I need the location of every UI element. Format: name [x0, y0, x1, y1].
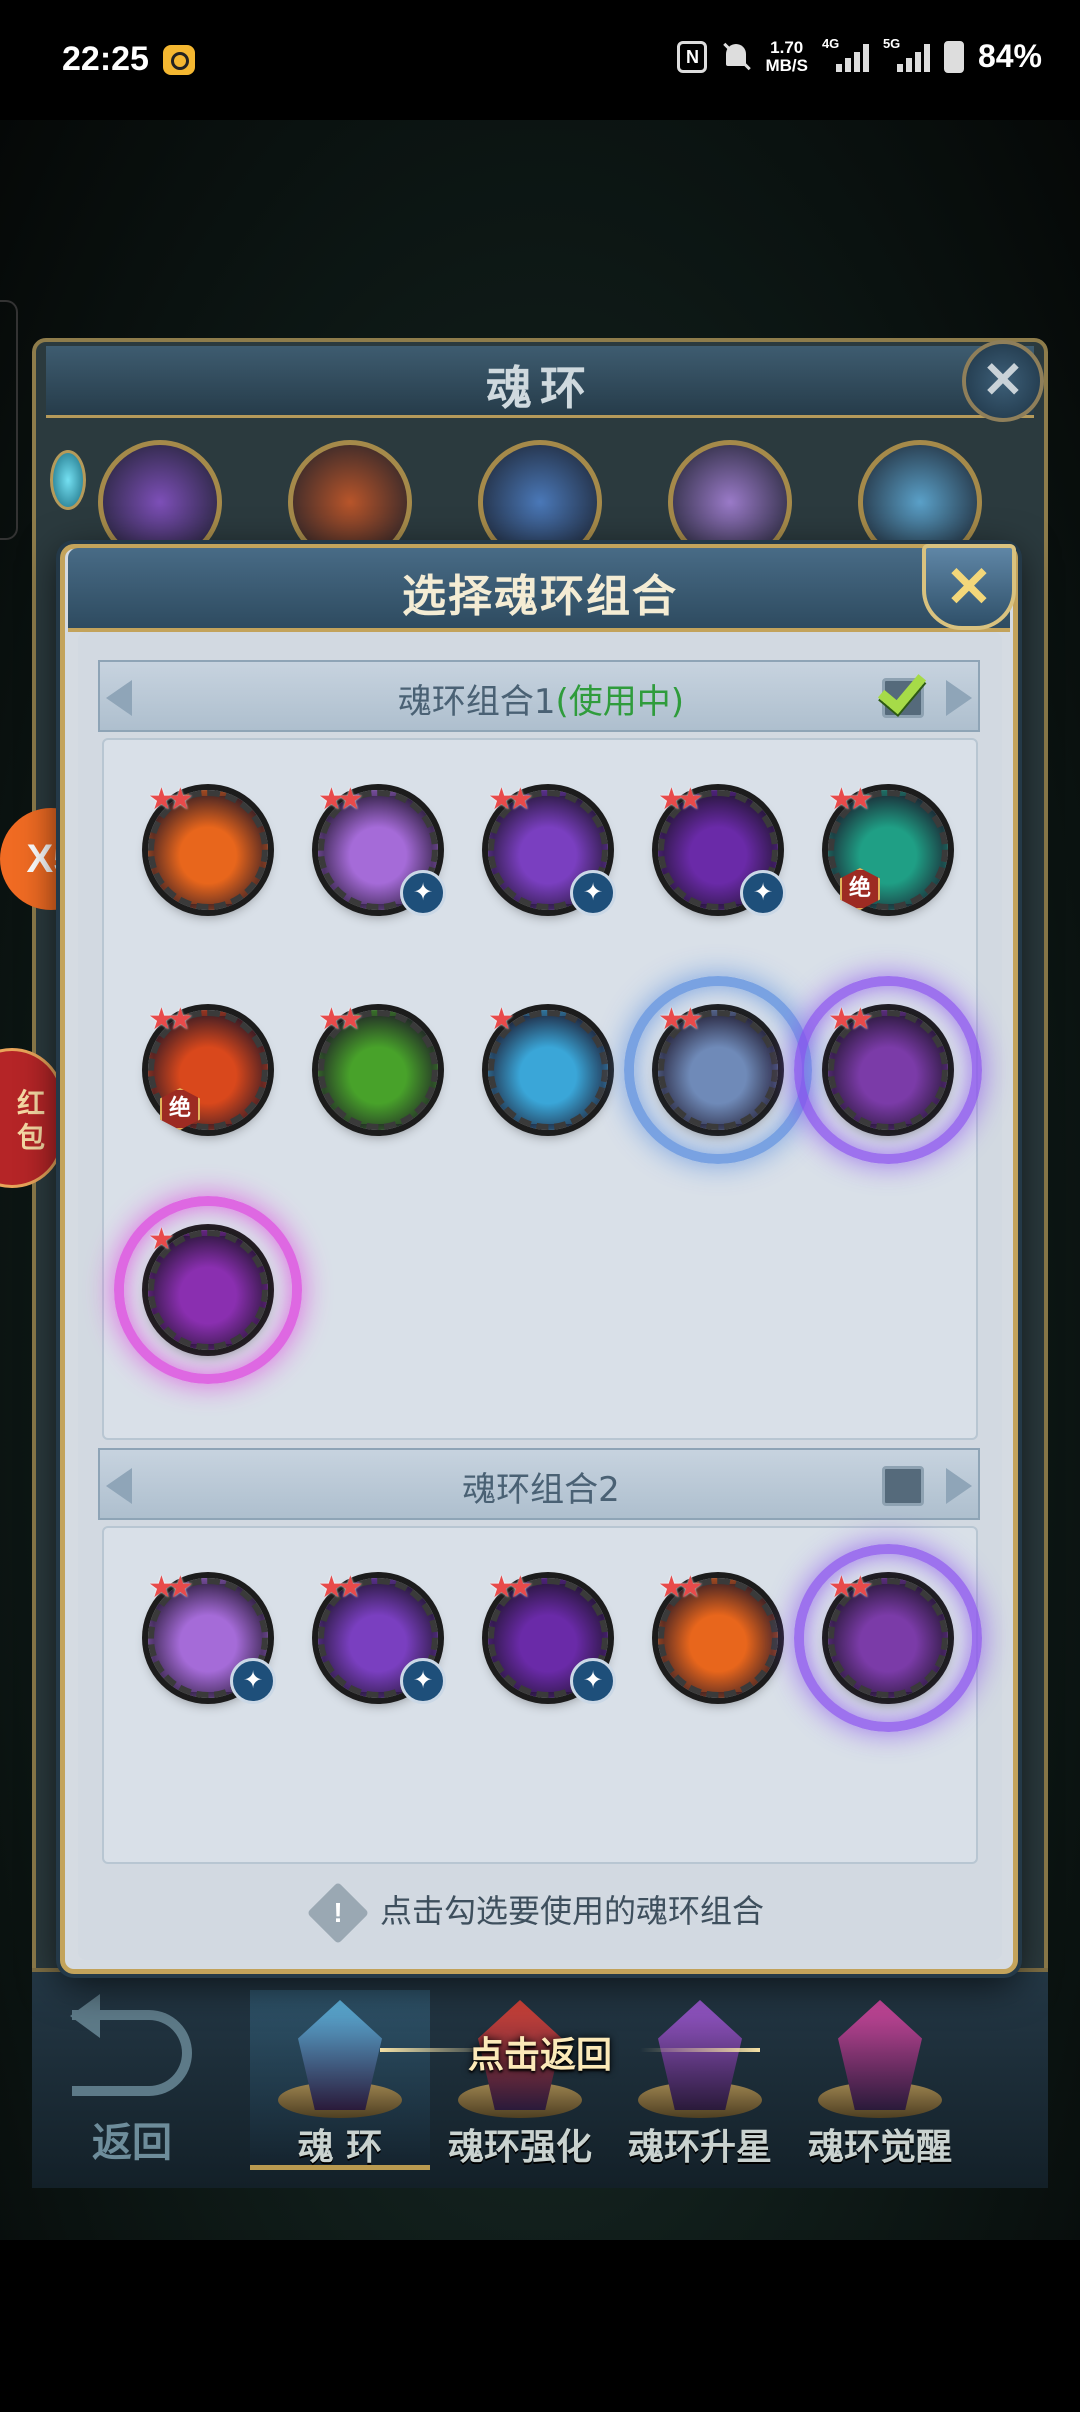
side-drawer-handle[interactable]	[0, 300, 18, 540]
combo-2-checkbox[interactable]	[882, 1466, 924, 1506]
bottom-tab[interactable]: 魂环觉醒	[790, 1990, 970, 2170]
red-packet-label: 红包	[17, 1087, 46, 1154]
soul-ring-icon[interactable]: ★★ 绝	[148, 1002, 268, 1130]
soul-ring-icon[interactable]: ★★	[658, 1570, 778, 1698]
status-bar: 22:25 N 1.70 MB/S 4G 5G 84%	[0, 0, 1080, 120]
network-type-1: 4G	[821, 35, 840, 51]
soul-ring-icon[interactable]: ★★ ✦	[488, 782, 616, 916]
combo-2-ring-grid: ★★ ✦ ★★ ✦ ★★ ✦ ★★ ★★	[102, 1526, 982, 1864]
status-icons: N 1.70 MB/S 4G 5G 84%	[677, 36, 1042, 75]
bird-badge-icon: ✦	[570, 870, 616, 916]
tab-label: 魂 环	[297, 2127, 383, 2168]
soul-ring-icon[interactable]: ★★	[148, 782, 268, 910]
combo-1-header[interactable]: 魂环组合1(使用中)	[98, 660, 980, 732]
bird-badge-icon: ✦	[570, 1658, 616, 1704]
unique-badge: 绝	[840, 868, 880, 910]
tab-label: 魂环强化	[447, 2127, 592, 2168]
soul-ring-icon[interactable]: ★★ ✦	[318, 782, 446, 916]
battery-icon	[943, 40, 964, 73]
soul-ring-aura	[794, 1544, 982, 1732]
soul-ring-icon[interactable]: ★★	[318, 1002, 438, 1130]
star-rating-icon: ★	[488, 1002, 515, 1037]
star-rating-icon: ★★	[318, 782, 364, 817]
dialog-hint: ! 点击勾选要使用的魂环组合	[0, 1881, 1080, 1945]
dialog-hint-text: 点击勾选要使用的魂环组合	[379, 1892, 764, 1930]
soul-ring-icon[interactable]: ★★ 绝	[828, 782, 948, 910]
star-rating-icon: ★★	[488, 1570, 534, 1605]
network-speed-unit: MB/S	[765, 55, 808, 75]
combo-2-title: 魂环组合2	[100, 1462, 982, 1511]
star-rating-icon: ★	[148, 1222, 175, 1257]
soul-ring-aura	[114, 1196, 302, 1384]
combo-1-title: 魂环组合1(使用中)	[100, 674, 982, 723]
dialog-title: 选择魂环组合	[402, 571, 678, 622]
bottom-tab[interactable]: 魂环升星	[610, 1990, 790, 2170]
star-rating-icon: ★★	[658, 782, 704, 817]
soul-ring-icon[interactable]: ★★ ✦	[488, 1570, 616, 1704]
combo-2-header[interactable]: 魂环组合2	[98, 1448, 980, 1520]
network-speed-value: 1.70	[770, 37, 804, 57]
star-rating-icon: ★★	[828, 1002, 874, 1037]
signal-4g-icon: 4G	[822, 36, 869, 72]
tab-label: 魂环觉醒	[807, 2127, 952, 2168]
soul-ring-panel-close-button[interactable]: ✕	[962, 340, 1044, 422]
soul-ring-icon[interactable]: ★	[114, 1196, 302, 1384]
star-rating-icon: ★★	[148, 782, 194, 817]
soul-ring-icon[interactable]: ★★	[624, 976, 812, 1164]
star-rating-icon: ★★	[828, 782, 874, 817]
mute-bell-icon	[721, 41, 751, 73]
star-rating-icon: ★★	[488, 782, 534, 817]
back-label: 返回	[92, 2120, 172, 2166]
bird-badge-icon: ✦	[400, 870, 446, 916]
soul-ring-icon[interactable]: ★	[488, 1002, 608, 1130]
tap-to-return-hint[interactable]: 点击返回	[0, 2026, 1080, 2078]
app-notification-icon	[163, 45, 195, 75]
star-rating-icon: ★★	[148, 1002, 194, 1037]
bottom-tab[interactable]: 魂 环	[250, 1990, 430, 2170]
bird-badge-icon: ✦	[740, 870, 786, 916]
star-rating-icon: ★★	[318, 1570, 364, 1605]
network-speed: 1.70 MB/S	[765, 37, 808, 75]
bottom-tab[interactable]: 魂环强化	[430, 1990, 610, 2170]
star-rating-icon: ★★	[828, 1570, 874, 1605]
bird-badge-icon: ✦	[230, 1658, 276, 1704]
combo-1-ring-grid: ★★ ★★ ✦ ★★ ✦ ★★ ✦ ★★ 绝 ★★ 绝 ★★ ★ ★★ ★★ ★	[102, 738, 982, 1440]
tab-label: 魂环升星	[627, 2127, 772, 2168]
network-type-2: 5G	[882, 35, 901, 51]
unique-badge: 绝	[160, 1088, 200, 1130]
soul-ring-icon[interactable]: ★★	[794, 1544, 982, 1732]
soul-ring-icon[interactable]: ★★ ✦	[658, 782, 786, 916]
nfc-icon: N	[677, 40, 708, 73]
soul-ring-icon[interactable]: ★★	[794, 976, 982, 1164]
battery-level: 84%	[977, 38, 1042, 74]
combo-1-checkbox[interactable]	[877, 663, 927, 718]
combo-1-name: 魂环组合1	[397, 682, 556, 722]
soul-ring-icon[interactable]: ★★ ✦	[318, 1570, 446, 1704]
star-rating-icon: ★★	[148, 1570, 194, 1605]
back-button[interactable]: 返回	[52, 1994, 212, 2166]
checkmark-icon	[877, 663, 927, 715]
star-rating-icon: ★★	[658, 1570, 704, 1605]
soul-ring-icon[interactable]: ★★ ✦	[148, 1570, 276, 1704]
clock: 22:25	[62, 40, 149, 78]
hero-portrait-strip: 5050445050	[60, 440, 1040, 564]
soul-ring-aura	[624, 976, 812, 1164]
star-rating-icon: ★★	[658, 1002, 704, 1037]
star-rating-icon: ★★	[318, 1002, 364, 1037]
soul-ring-panel-title: 魂环	[486, 361, 594, 415]
combo-1-in-use-label: (使用中)	[555, 682, 685, 722]
signal-5g-icon: 5G	[883, 36, 930, 72]
soul-ring-aura	[794, 976, 982, 1164]
dialog-close-button[interactable]: ✕	[922, 544, 1016, 630]
bird-badge-icon: ✦	[400, 1658, 446, 1704]
combo-2-name: 魂环组合2	[462, 1470, 620, 1510]
exclamation-icon: !	[306, 1881, 370, 1945]
